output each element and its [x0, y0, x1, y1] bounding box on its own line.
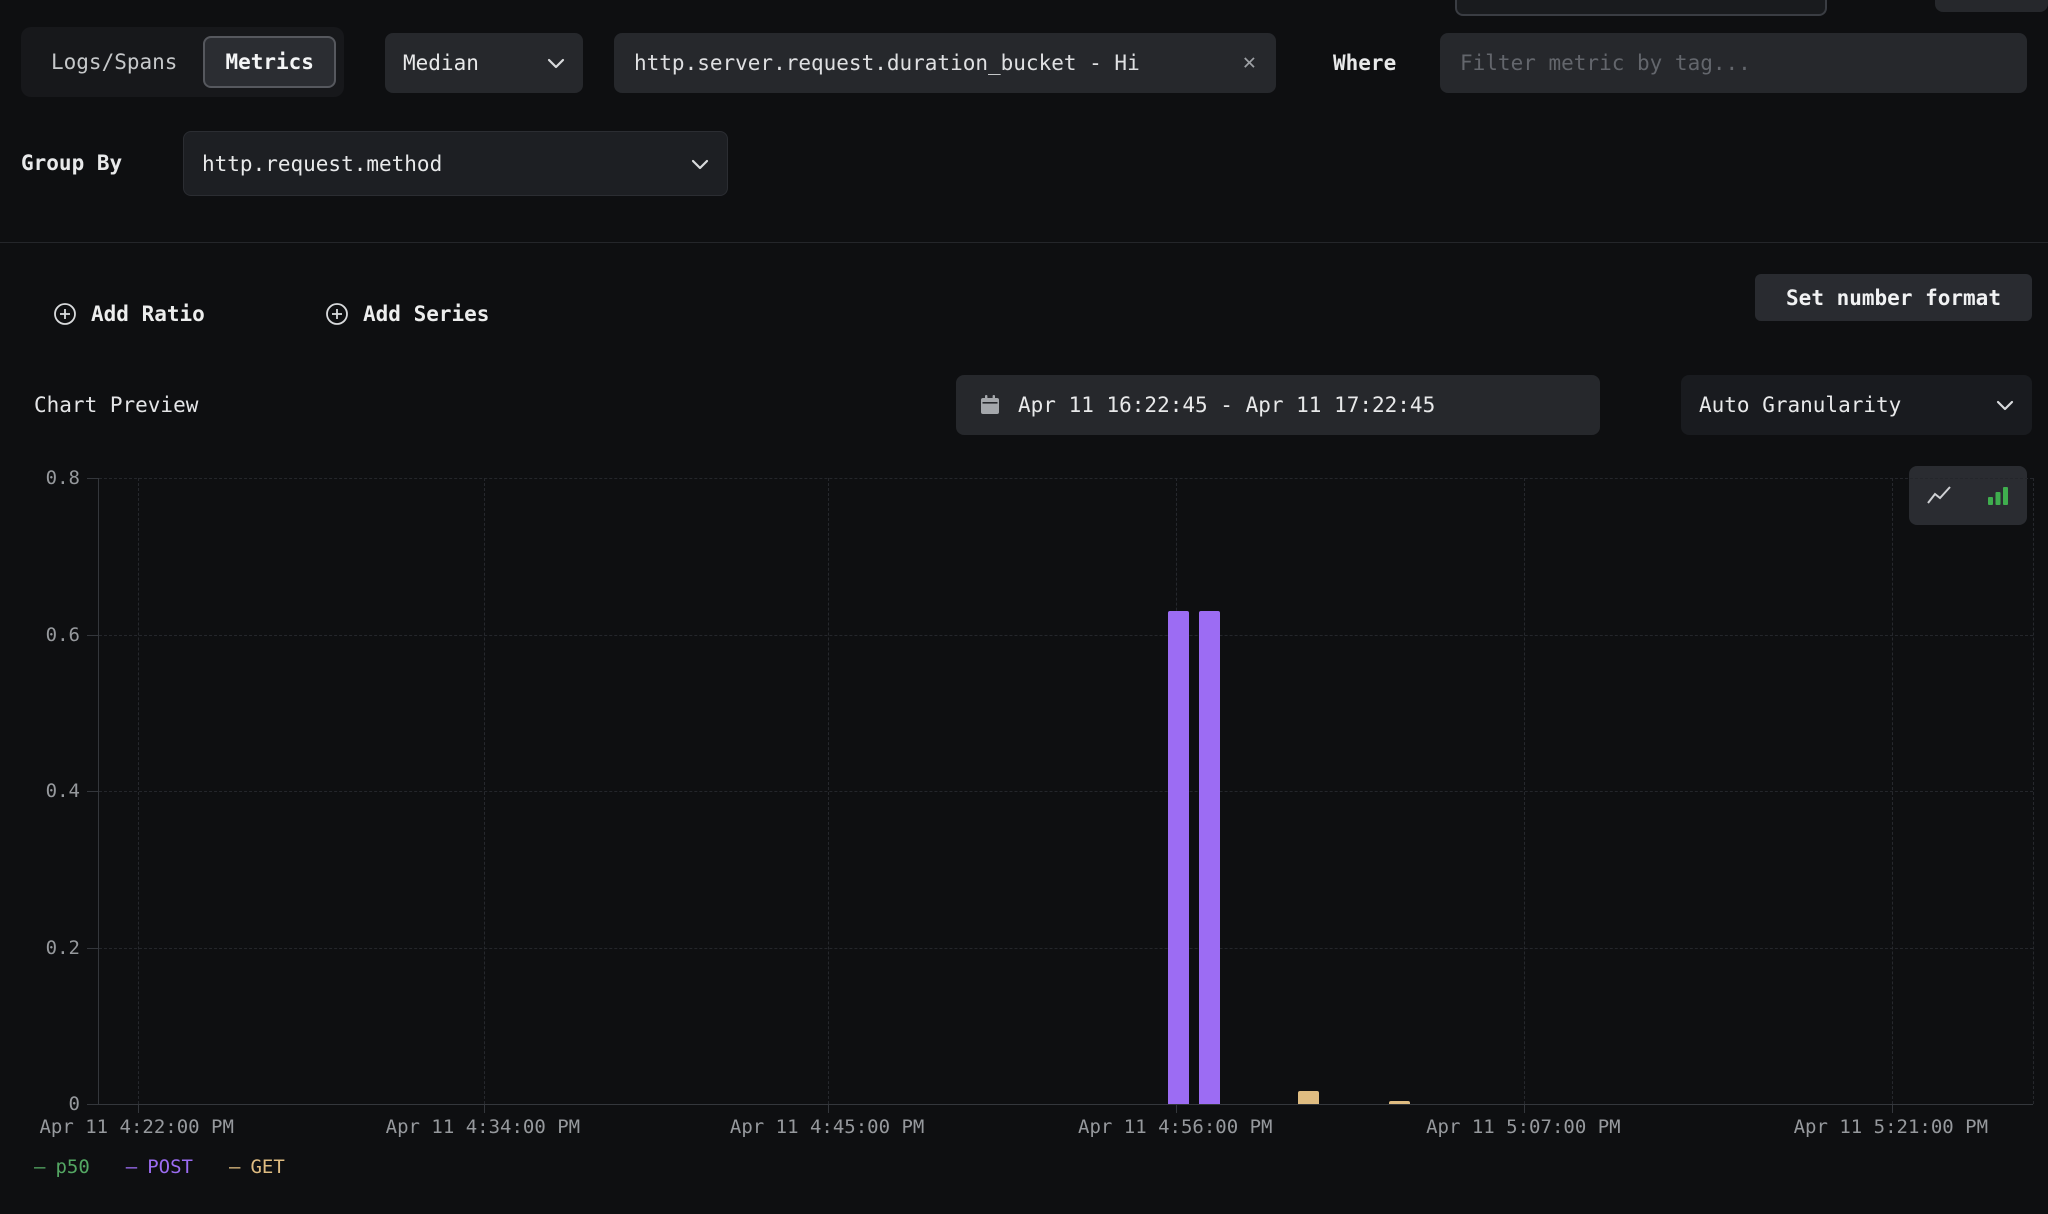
close-icon[interactable]: ✕ [1243, 52, 1256, 74]
cutoff-input[interactable] [1455, 0, 1827, 16]
granularity-select[interactable]: Auto Granularity [1681, 375, 2032, 435]
x-axis-label: Apr 11 4:34:00 PM [386, 1116, 580, 1138]
legend-label: POST [147, 1156, 193, 1178]
legend-label: p50 [55, 1156, 89, 1178]
y-axis-tick [87, 791, 99, 792]
x-axis-tick [1524, 1105, 1525, 1113]
add-ratio-label: Add Ratio [91, 302, 205, 326]
legend-label: GET [250, 1156, 284, 1178]
y-axis-label: 0.2 [46, 937, 80, 959]
gridline-horizontal [99, 635, 2033, 636]
gridline-horizontal [99, 791, 2033, 792]
bar-post [1168, 611, 1189, 1104]
y-axis-tick [87, 948, 99, 949]
gridline-horizontal [99, 478, 2033, 479]
chevron-down-icon [547, 57, 565, 69]
calendar-icon [978, 393, 1002, 417]
set-number-format-button[interactable]: Set number format [1755, 274, 2032, 321]
toggle-logs-spans[interactable]: Logs/Spans [29, 36, 199, 88]
chevron-down-icon [1996, 399, 2014, 411]
x-axis-label: Apr 11 5:21:00 PM [1794, 1116, 1988, 1138]
y-axis-label: 0.6 [46, 624, 80, 646]
gridline-vertical [2033, 478, 2034, 1104]
metrics-query-builder: Logs/Spans Metrics Median http.server.re… [0, 0, 2048, 1214]
x-axis-label: Apr 11 4:56:00 PM [1078, 1116, 1272, 1138]
y-axis-label: 0 [69, 1093, 80, 1115]
where-label: Where [1333, 33, 1396, 93]
legend-item-get[interactable]: — GET [229, 1156, 285, 1178]
time-range-picker[interactable]: Apr 11 16:22:45 - Apr 11 17:22:45 [956, 375, 1600, 435]
source-toggle: Logs/Spans Metrics [21, 27, 344, 97]
chart-preview-title: Chart Preview [34, 375, 198, 435]
y-axis-label: 0.8 [46, 467, 80, 489]
x-axis-tick [828, 1105, 829, 1113]
group-by-label: Group By [21, 131, 122, 196]
metric-chip[interactable]: http.server.request.duration_bucket - Hi… [614, 33, 1276, 93]
plus-circle-icon [52, 301, 78, 327]
gridline-vertical [828, 478, 829, 1104]
add-series-label: Add Series [363, 302, 489, 326]
bar-post [1199, 611, 1220, 1104]
y-axis-tick [87, 1104, 99, 1105]
legend-swatch: — [126, 1156, 137, 1178]
metric-name: http.server.request.duration_bucket - Hi [634, 51, 1229, 75]
aggregation-select[interactable]: Median [385, 33, 583, 93]
divider [0, 242, 2048, 243]
group-by-select[interactable]: http.request.method [183, 131, 728, 196]
toggle-metrics[interactable]: Metrics [203, 36, 336, 88]
x-axis-tick [138, 1105, 139, 1113]
bar-get [1389, 1101, 1410, 1104]
y-axis-label: 0.4 [46, 780, 80, 802]
x-axis-tick [1176, 1105, 1177, 1113]
legend-item-post[interactable]: — POST [126, 1156, 193, 1178]
chevron-down-icon [691, 158, 709, 170]
gridline-vertical [138, 478, 139, 1104]
x-axis-labels: Apr 11 4:22:00 PMApr 11 4:34:00 PMApr 11… [98, 1116, 2032, 1146]
chart-legend: — p50 — POST — GET [34, 1156, 285, 1178]
plus-circle-icon [324, 301, 350, 327]
gridline-vertical [1524, 478, 1525, 1104]
y-axis-tick [87, 635, 99, 636]
x-axis-label: Apr 11 5:07:00 PM [1426, 1116, 1620, 1138]
y-axis-labels: 00.20.40.60.8 [0, 478, 80, 1104]
x-axis-tick [484, 1105, 485, 1113]
add-series-button[interactable]: Add Series [324, 293, 489, 335]
legend-swatch: — [229, 1156, 240, 1178]
x-axis-tick [1892, 1105, 1893, 1113]
gridline-vertical [484, 478, 485, 1104]
legend-item-p50[interactable]: — p50 [34, 1156, 90, 1178]
legend-swatch: — [34, 1156, 45, 1178]
time-range-value: Apr 11 16:22:45 - Apr 11 17:22:45 [1018, 393, 1435, 417]
cutoff-button[interactable] [1935, 0, 2048, 12]
gridline-vertical [1892, 478, 1893, 1104]
group-by-value: http.request.method [202, 152, 442, 176]
y-axis-tick [87, 478, 99, 479]
x-axis-label: Apr 11 4:22:00 PM [39, 1116, 233, 1138]
filter-input[interactable] [1440, 33, 2027, 93]
x-axis-label: Apr 11 4:45:00 PM [730, 1116, 924, 1138]
granularity-value: Auto Granularity [1699, 393, 1901, 417]
bar-get [1298, 1091, 1319, 1104]
gridline-horizontal [99, 948, 2033, 949]
plot-area[interactable] [98, 478, 2033, 1105]
aggregation-value: Median [403, 51, 479, 75]
add-ratio-button[interactable]: Add Ratio [52, 293, 205, 335]
